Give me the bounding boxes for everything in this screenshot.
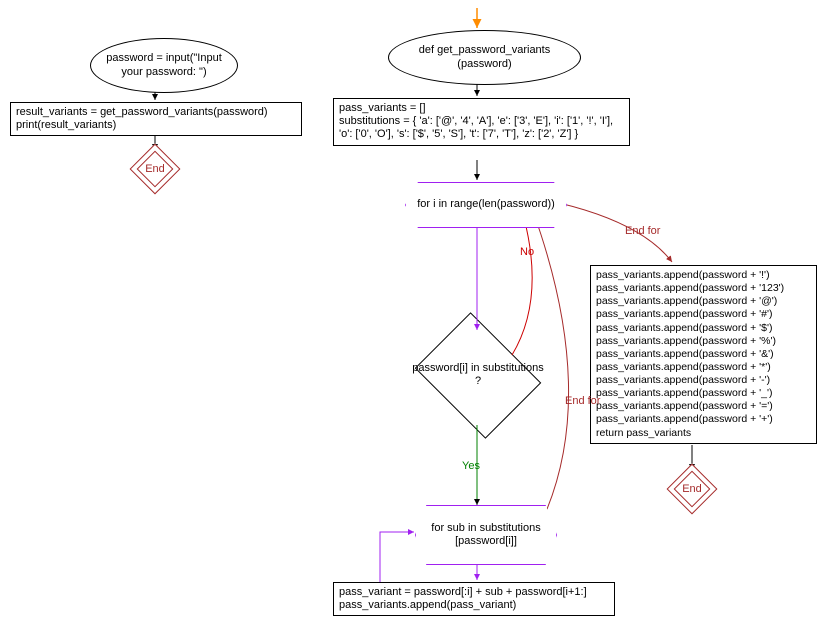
node-substitutions: pass_variants = [] substitutions = { 'a'… [333, 98, 630, 146]
append-line: pass_variants.append(password + '$') [596, 322, 811, 335]
node-for-i: for i in range(len(password)) [405, 182, 567, 228]
label-yes: Yes [462, 460, 480, 472]
append-line: pass_variants.append(password + '+') [596, 413, 811, 426]
node-pass-variant: pass_variant = password[:i] + sub + pass… [333, 582, 615, 616]
end-text: End [682, 483, 702, 495]
append-line: return pass_variants [596, 427, 811, 440]
node-text: pass_variants = [] substitutions = { 'a'… [339, 102, 613, 140]
node-text: for sub in substitutions [password[i]] [426, 522, 546, 548]
node-append-block: pass_variants.append(password + '!')pass… [590, 265, 817, 444]
append-line: pass_variants.append(password + '=') [596, 400, 811, 413]
label-endfor-outer: End for [625, 225, 660, 237]
end-node-right: End [675, 472, 709, 506]
append-line: pass_variants.append(password + '-') [596, 374, 811, 387]
append-line: pass_variants.append(password + '%') [596, 335, 811, 348]
append-line: pass_variants.append(password + '123') [596, 282, 811, 295]
append-line: pass_variants.append(password + '*') [596, 361, 811, 374]
append-line: pass_variants.append(password + '_') [596, 387, 811, 400]
node-for-sub: for sub in substitutions [password[i]] [415, 505, 557, 565]
node-text: for i in range(len(password)) [417, 198, 555, 211]
node-input-password: password = input("Input your password: "… [90, 38, 238, 93]
end-text: End [145, 163, 165, 175]
node-text: password[i] in substitutions ? [412, 362, 543, 387]
flowchart-canvas: password = input("Input your password: "… [0, 0, 833, 644]
node-text: password = input("Input your password: "… [99, 52, 229, 78]
label-no: No [520, 246, 534, 258]
node-result-variants: result_variants = get_password_variants(… [10, 102, 302, 136]
append-line: pass_variants.append(password + '&') [596, 348, 811, 361]
append-line: pass_variants.append(password + '#') [596, 308, 811, 321]
append-line: pass_variants.append(password + '!') [596, 269, 811, 282]
node-text: result_variants = get_password_variants(… [16, 106, 268, 131]
node-text: pass_variant = password[:i] + sub + pass… [339, 586, 587, 611]
node-text: def get_password_variants (password) [397, 44, 572, 70]
end-node-left: End [138, 152, 172, 186]
append-line: pass_variants.append(password + '@') [596, 295, 811, 308]
label-endfor-inner: End for [565, 395, 600, 407]
node-if-substitution: password[i] in substitutions ? [408, 320, 548, 430]
node-def-function: def get_password_variants (password) [388, 30, 581, 85]
